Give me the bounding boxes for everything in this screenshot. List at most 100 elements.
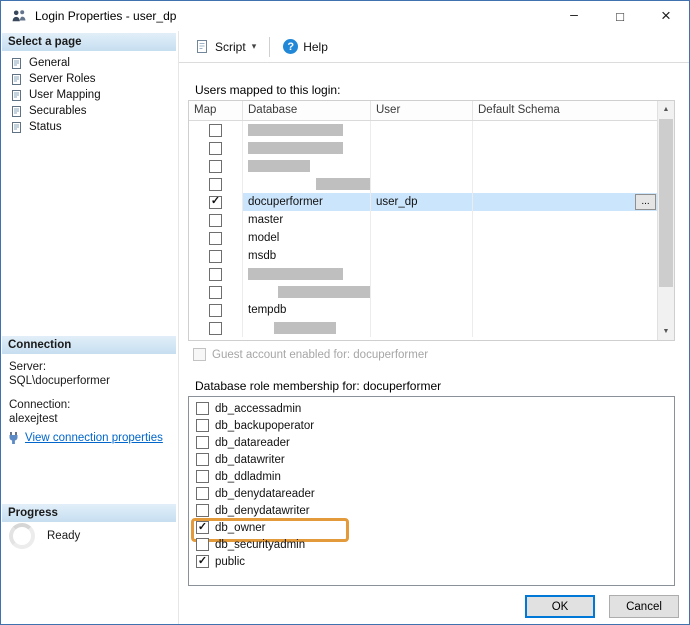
view-connection-properties-label: View connection properties bbox=[25, 432, 163, 444]
login-users-icon bbox=[11, 8, 27, 24]
table-row[interactable] bbox=[189, 139, 657, 157]
database-cell bbox=[243, 157, 371, 175]
sidebar-item-user-mapping[interactable]: User Mapping bbox=[3, 87, 176, 103]
user-cell bbox=[371, 319, 473, 337]
table-row[interactable]: msdb bbox=[189, 247, 657, 265]
checkbox[interactable] bbox=[209, 214, 222, 227]
close-button[interactable]: × bbox=[643, 1, 689, 31]
map-cell bbox=[189, 175, 243, 193]
window-title: Login Properties - user_dp bbox=[35, 9, 176, 23]
checkbox[interactable] bbox=[196, 504, 209, 517]
role-item-db_ddladmin[interactable]: db_ddladmin bbox=[189, 468, 674, 485]
role-item-db_owner[interactable]: db_owner bbox=[189, 519, 674, 536]
checkbox[interactable] bbox=[209, 178, 222, 191]
role-label: db_ddladmin bbox=[215, 471, 281, 483]
view-connection-properties-link[interactable]: View connection properties bbox=[7, 431, 163, 445]
guest-account-checkbox bbox=[193, 348, 206, 361]
sidebar-item-status[interactable]: Status bbox=[3, 119, 176, 135]
role-item-db_denydatareader[interactable]: db_denydatareader bbox=[189, 485, 674, 502]
column-header-database[interactable]: Database bbox=[243, 101, 371, 120]
checkbox[interactable] bbox=[196, 436, 209, 449]
checkbox[interactable] bbox=[196, 419, 209, 432]
checkbox[interactable] bbox=[209, 322, 222, 335]
role-label: db_denydatawriter bbox=[215, 505, 310, 517]
table-row[interactable] bbox=[189, 121, 657, 139]
column-header-user[interactable]: User bbox=[371, 101, 473, 120]
minimize-button[interactable]: – bbox=[551, 1, 597, 31]
checkbox[interactable] bbox=[196, 538, 209, 551]
table-row[interactable] bbox=[189, 265, 657, 283]
database-name: docuperformer bbox=[248, 196, 323, 208]
users-mapping-table: Map Database User Default Schema docuper… bbox=[188, 100, 675, 341]
checkbox[interactable] bbox=[196, 521, 209, 534]
table-row[interactable] bbox=[189, 157, 657, 175]
checkbox[interactable] bbox=[209, 160, 222, 173]
checkbox[interactable] bbox=[209, 250, 222, 263]
default-schema-cell bbox=[473, 175, 657, 193]
role-item-db_securityadmin[interactable]: db_securityadmin bbox=[189, 536, 674, 553]
table-row[interactable] bbox=[189, 319, 657, 337]
checkbox[interactable] bbox=[196, 453, 209, 466]
sidebar-item-securables[interactable]: Securables bbox=[3, 103, 176, 119]
user-cell bbox=[371, 301, 473, 319]
help-button-label: Help bbox=[303, 40, 328, 54]
role-label: db_datawriter bbox=[215, 454, 285, 466]
default-schema-cell bbox=[473, 283, 657, 301]
minimize-icon: – bbox=[570, 6, 578, 22]
checkbox[interactable] bbox=[209, 142, 222, 155]
checkbox[interactable] bbox=[209, 304, 222, 317]
sidebar-item-server-roles[interactable]: Server Roles bbox=[3, 71, 176, 87]
script-button-label: Script bbox=[215, 40, 246, 54]
database-cell: model bbox=[243, 229, 371, 247]
page-icon bbox=[10, 73, 23, 86]
checkbox[interactable] bbox=[209, 286, 222, 299]
column-header-map[interactable]: Map bbox=[189, 101, 243, 120]
role-item-db_datawriter[interactable]: db_datawriter bbox=[189, 451, 674, 468]
checkbox[interactable] bbox=[196, 555, 209, 568]
table-row[interactable]: tempdb bbox=[189, 301, 657, 319]
checkbox[interactable] bbox=[209, 268, 222, 281]
user-cell: user_dp bbox=[371, 193, 473, 211]
default-schema-browse-button[interactable]: ... bbox=[635, 194, 656, 210]
role-item-db_datareader[interactable]: db_datareader bbox=[189, 434, 674, 451]
role-list: db_accessadmin db_backupoperatordb_datare… bbox=[188, 396, 675, 586]
checkbox[interactable] bbox=[196, 470, 209, 483]
cancel-button[interactable]: Cancel bbox=[609, 595, 679, 618]
column-header-default-schema[interactable]: Default Schema bbox=[473, 101, 657, 120]
help-button[interactable]: ? Help bbox=[277, 36, 334, 57]
table-row[interactable]: model bbox=[189, 229, 657, 247]
table-row[interactable] bbox=[189, 175, 657, 193]
table-row[interactable]: docuperformer user_dp... bbox=[189, 193, 657, 211]
main-panel: Script ▾ ? Help Users mapped to this log… bbox=[178, 31, 689, 624]
default-schema-cell bbox=[473, 121, 657, 139]
user-cell bbox=[371, 121, 473, 139]
maximize-button[interactable]: □ bbox=[597, 1, 643, 31]
table-row[interactable]: master bbox=[189, 211, 657, 229]
ok-button[interactable]: OK bbox=[525, 595, 595, 618]
script-button[interactable]: Script ▾ bbox=[189, 36, 262, 57]
redacted-text bbox=[248, 268, 343, 280]
close-icon: × bbox=[661, 6, 671, 26]
user-cell bbox=[371, 211, 473, 229]
role-item-db_accessadmin[interactable]: db_accessadmin bbox=[189, 400, 674, 417]
sidebar-item-general[interactable]: General bbox=[3, 55, 176, 71]
scrollbar-thumb[interactable] bbox=[659, 119, 673, 287]
checkbox[interactable] bbox=[196, 402, 209, 415]
checkbox[interactable] bbox=[209, 232, 222, 245]
sidebar-item-label: Server Roles bbox=[29, 73, 95, 85]
table-scrollbar[interactable]: ▲ ▼ bbox=[657, 101, 674, 340]
role-item-public[interactable]: public bbox=[189, 553, 674, 570]
server-label: Server: bbox=[9, 361, 46, 373]
role-item-db_denydatawriter[interactable]: db_denydatawriter bbox=[189, 502, 674, 519]
checkbox[interactable] bbox=[209, 124, 222, 137]
user-cell bbox=[371, 229, 473, 247]
checkbox[interactable] bbox=[209, 196, 222, 209]
connection-properties-icon bbox=[7, 431, 20, 445]
table-row[interactable] bbox=[189, 283, 657, 301]
map-cell bbox=[189, 265, 243, 283]
role-item-db_backupoperator[interactable]: db_backupoperator bbox=[189, 417, 674, 434]
scroll-down-icon[interactable]: ▼ bbox=[658, 323, 674, 340]
checkbox[interactable] bbox=[196, 487, 209, 500]
role-label: db_accessadmin bbox=[215, 403, 301, 415]
scroll-up-icon[interactable]: ▲ bbox=[658, 101, 674, 118]
